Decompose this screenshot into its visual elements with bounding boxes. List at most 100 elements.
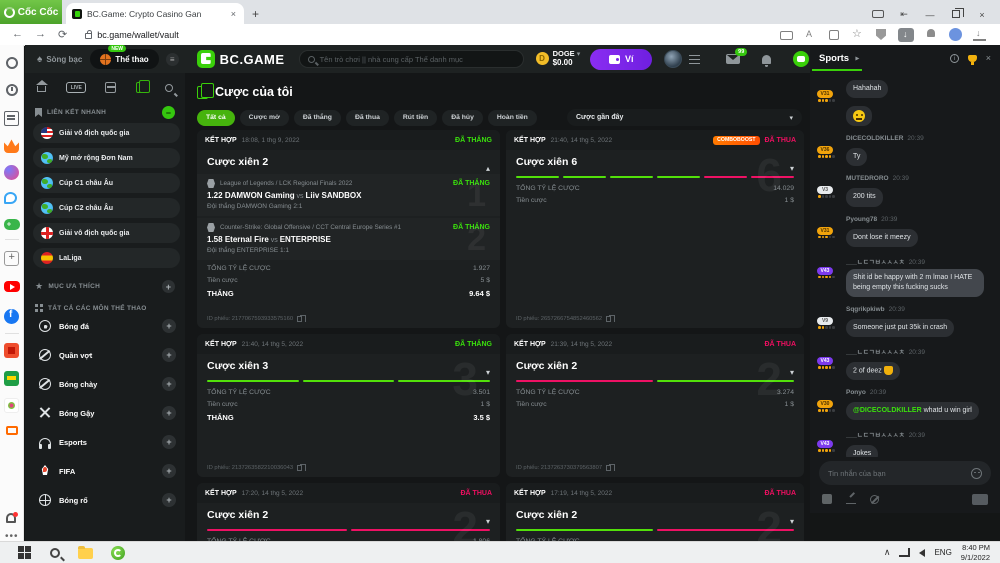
mail-icon[interactable]: 99 (726, 54, 740, 64)
file-explorer-icon[interactable] (78, 548, 93, 559)
language-indicator[interactable]: ENG (934, 548, 951, 557)
pin-window-icon[interactable]: ⇤ (898, 9, 910, 20)
downloads-tray-icon[interactable] (973, 28, 986, 41)
youtube-icon[interactable] (4, 281, 20, 292)
sidebar-item-sport[interactable]: FIFA+ (33, 461, 180, 481)
copy-icon[interactable] (297, 316, 302, 322)
install-app-icon[interactable] (780, 31, 793, 40)
sidebar-item-sport[interactable]: Bóng Gậy+ (33, 403, 180, 423)
chevron-icon[interactable]: ▴ (486, 164, 490, 173)
restore-button[interactable] (950, 10, 962, 20)
plus-icon[interactable] (4, 251, 19, 266)
chat-input[interactable]: Tin nhắn của bạn (819, 461, 991, 485)
chat-info-icon[interactable]: i (950, 54, 959, 63)
reload-button[interactable]: ⟳ (58, 28, 67, 41)
forward-button[interactable]: → (35, 28, 46, 41)
sidebar-item-quicklink[interactable]: Cúp C2 châu Âu (33, 198, 180, 218)
sidebar-item-quicklink[interactable]: Cúp C1 châu Âu (33, 173, 180, 193)
close-button[interactable]: × (976, 10, 988, 20)
emoji-picker-icon[interactable] (971, 468, 982, 479)
minimize-button[interactable]: — (924, 10, 936, 20)
expand-sport-button[interactable]: + (162, 406, 176, 420)
user-avatar[interactable] (664, 50, 682, 68)
pen-icon[interactable] (846, 494, 856, 504)
rules-icon[interactable] (870, 495, 879, 504)
chat-toggle-icon[interactable] (793, 51, 809, 67)
chevron-icon[interactable]: ▾ (790, 368, 794, 377)
bet-title-row[interactable]: Cược xiên 2▴ (197, 150, 500, 172)
sidebar-item-quicklink[interactable]: Giải vô địch quốc gia (33, 123, 180, 143)
chevron-icon[interactable]: ▾ (486, 517, 490, 526)
chat-room-selector[interactable]: Sports (819, 53, 849, 64)
chevron-icon[interactable]: ▾ (790, 164, 794, 173)
copy-icon[interactable] (606, 465, 611, 471)
sidebar-item-sport[interactable]: Quần vợt+ (33, 345, 180, 365)
search-input[interactable]: Tên trò chơi || nhà cung cấp Thể danh mụ… (299, 50, 524, 68)
chevron-icon[interactable]: ▾ (790, 517, 794, 526)
volume-icon[interactable] (919, 549, 925, 557)
network-icon[interactable] (899, 548, 910, 557)
filter-pill[interactable]: Hoàn tiền (488, 110, 537, 126)
trophy-icon[interactable] (968, 55, 977, 62)
tab-close-icon[interactable]: × (229, 9, 238, 19)
collapse-toggle-icon[interactable]: ≡ (166, 53, 179, 66)
history-icon[interactable] (6, 84, 18, 96)
translate-icon[interactable] (804, 28, 817, 41)
settings-icon[interactable] (6, 57, 18, 69)
bet-title-row[interactable]: Cược xiên 66▾ (506, 150, 804, 172)
filter-pill[interactable]: Đã thắng (294, 110, 341, 126)
cocchat-icon[interactable] (4, 192, 17, 204)
url-field[interactable]: bc.game/wallet/vault (77, 27, 637, 42)
flower-icon[interactable] (4, 398, 19, 413)
sidebar-search-icon[interactable] (165, 84, 173, 92)
filter-pill[interactable]: Đã hủy (442, 110, 483, 126)
taskbar-search-icon[interactable] (50, 548, 60, 558)
sort-dropdown[interactable]: Cược gần đây ▾ (567, 109, 802, 126)
wallet-button[interactable]: Ví (590, 49, 652, 70)
chat-close-icon[interactable]: × (986, 53, 991, 63)
bet-title-row[interactable]: Cược xiên 22▾ (197, 503, 500, 525)
filter-pill[interactable]: Tất cả (197, 110, 235, 126)
bet-title-row[interactable]: Cược xiên 33▾ (197, 354, 500, 376)
expand-sport-button[interactable]: + (162, 493, 176, 507)
browser-profile-avatar[interactable] (949, 28, 962, 41)
bell-icon[interactable] (6, 513, 16, 523)
tab-search-icon[interactable] (872, 10, 884, 20)
bcgame-logo[interactable]: BC.GAME (197, 50, 285, 68)
casino-tab[interactable]: ♠ Sòng bạc (37, 54, 82, 65)
expand-sport-button[interactable]: + (162, 435, 176, 449)
sidebar-item-quicklink[interactable]: Giải vô địch quốc gia (33, 223, 180, 243)
active-download-icon[interactable] (898, 28, 914, 42)
crown-icon[interactable] (4, 138, 19, 153)
collapse-quick-links-button[interactable]: − (162, 106, 175, 119)
filter-pill[interactable]: Rút tiền (394, 110, 437, 126)
bet-title-row[interactable]: Cược xiên 22▾ (506, 503, 804, 525)
copy-icon[interactable] (297, 465, 302, 471)
back-button[interactable]: ← (12, 28, 23, 41)
filter-pill[interactable]: Đã thua (346, 110, 389, 126)
cart-icon[interactable] (6, 426, 18, 435)
filter-pill[interactable]: Cược mở (240, 110, 289, 126)
sidebar-item-quicklink[interactable]: LaLiga (33, 248, 180, 268)
home-icon[interactable] (37, 86, 46, 92)
my-bets-icon[interactable] (136, 82, 145, 93)
notifications-icon[interactable] (925, 28, 938, 41)
coccoc-taskbar-icon[interactable] (111, 546, 125, 560)
expand-sport-button[interactable]: + (162, 464, 176, 478)
bookmark-star-icon[interactable] (851, 28, 864, 41)
expand-sport-button[interactable]: + (162, 377, 176, 391)
tray-expand-icon[interactable]: ∧ (884, 547, 891, 558)
calendar-icon[interactable] (105, 82, 116, 93)
browser-tab[interactable]: BC.Game: Crypto Casino Gan × (66, 3, 244, 24)
coccoc-menu-button[interactable]: Cốc Cốc (0, 0, 62, 24)
share-icon[interactable] (829, 30, 839, 40)
sidebar-item-sport[interactable]: Bóng đá+ (33, 316, 180, 336)
mention-link[interactable]: @DICECOLDKILLER (853, 407, 922, 414)
lucky-icon[interactable] (4, 371, 19, 386)
messenger-icon[interactable] (4, 165, 19, 180)
sidebar-item-sport[interactable]: Bóng chày+ (33, 374, 180, 394)
facebook-icon[interactable] (4, 309, 19, 324)
balance-selector[interactable]: D DOGE ▾ $0.00 (536, 50, 581, 67)
sidebar-item-sport[interactable]: Esports+ (33, 432, 180, 452)
sidebar-item-sport[interactable]: Bóng rổ+ (33, 490, 180, 510)
